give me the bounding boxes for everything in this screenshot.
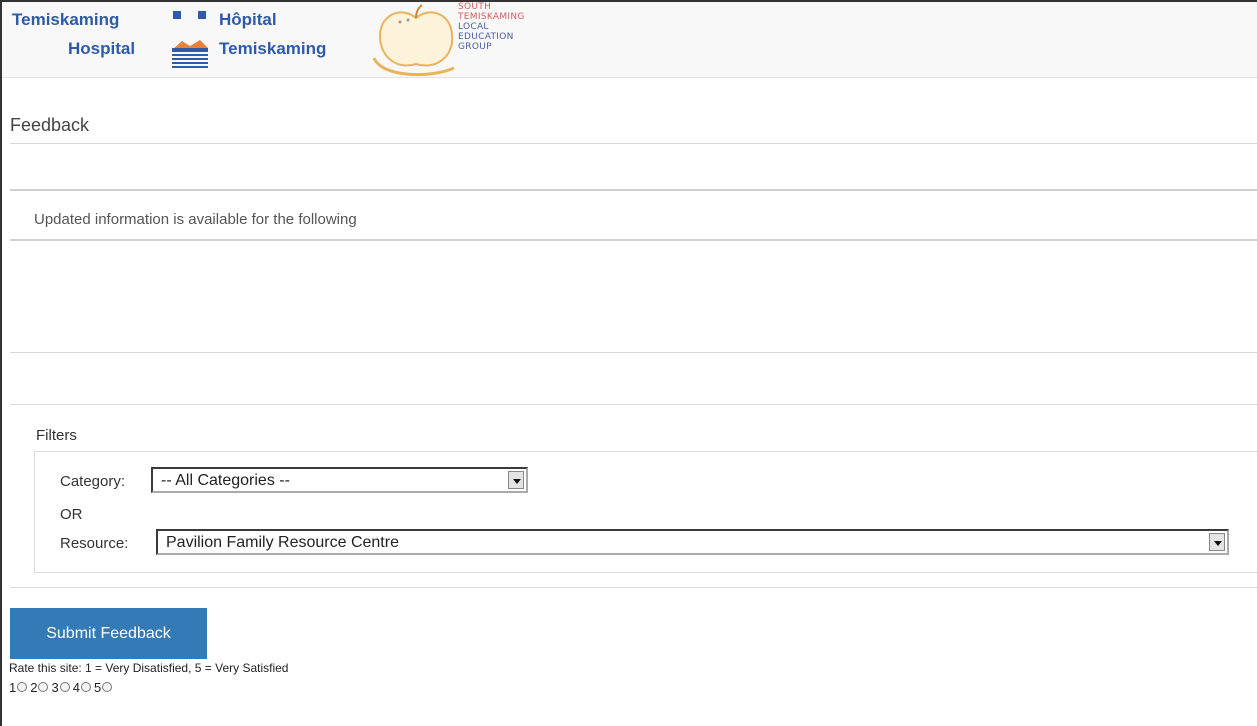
rating-radio-5[interactable] — [102, 681, 113, 692]
divider — [10, 143, 1257, 144]
resource-select-value: Pavilion Family Resource Centre — [166, 534, 399, 551]
rating-radio-4[interactable] — [80, 681, 91, 692]
divider — [10, 404, 1257, 405]
category-select[interactable]: -- All Categories -- — [151, 467, 528, 493]
rating-option-label: 4 — [72, 680, 80, 695]
divider — [10, 587, 1257, 588]
divider — [10, 189, 1257, 191]
logo-text-fr-1: Hôpital — [219, 10, 277, 29]
chevron-down-icon[interactable] — [1209, 533, 1225, 551]
resource-select[interactable]: Pavilion Family Resource Centre — [156, 529, 1229, 555]
rating-options: 1 2 3 4 5 — [9, 680, 115, 695]
rating-option-label: 3 — [51, 680, 59, 695]
education-group-text: SOUTH TEMISKAMING LOCAL EDUCATION GROUP — [458, 2, 525, 52]
rating-radio-1[interactable] — [17, 681, 28, 692]
rating-prompt: Rate this site: 1 = Very Disatisfied, 5 … — [9, 661, 289, 675]
resource-label: Resource: — [60, 535, 129, 552]
rating-option-label: 1 — [9, 680, 17, 695]
category-label: Category: — [60, 473, 126, 490]
rating-option-label: 2 — [30, 680, 38, 695]
submit-feedback-button[interactable]: Submit Feedback — [10, 608, 207, 659]
apple-stethoscope-icon — [372, 4, 455, 77]
filters-heading: Filters — [36, 427, 77, 444]
rating-option-label: 5 — [93, 680, 102, 695]
logo-text-en-2: Hospital — [68, 39, 136, 58]
category-select-value: -- All Categories -- — [161, 472, 290, 489]
site-header: Temiskaming Hospital Hôpital Temiskaming — [2, 2, 1257, 78]
chevron-down-icon[interactable] — [508, 471, 524, 489]
logo-text-en-1: Temiskaming — [12, 10, 120, 29]
or-label: OR — [60, 506, 83, 523]
divider — [10, 239, 1257, 241]
page-title: Feedback — [10, 115, 90, 135]
hospital-emblem-icon — [170, 9, 214, 68]
education-group-logo[interactable]: SOUTH TEMISKAMING LOCAL EDUCATION GROUP — [372, 2, 542, 78]
updated-info-text: Updated information is available for the… — [34, 211, 357, 228]
rating-radio-2[interactable] — [38, 681, 49, 692]
rating-radio-3[interactable] — [59, 681, 70, 692]
logo-text-fr-2: Temiskaming — [219, 39, 327, 58]
hospital-logo[interactable]: Temiskaming Hospital Hôpital Temiskaming — [12, 6, 372, 74]
divider — [10, 352, 1257, 353]
